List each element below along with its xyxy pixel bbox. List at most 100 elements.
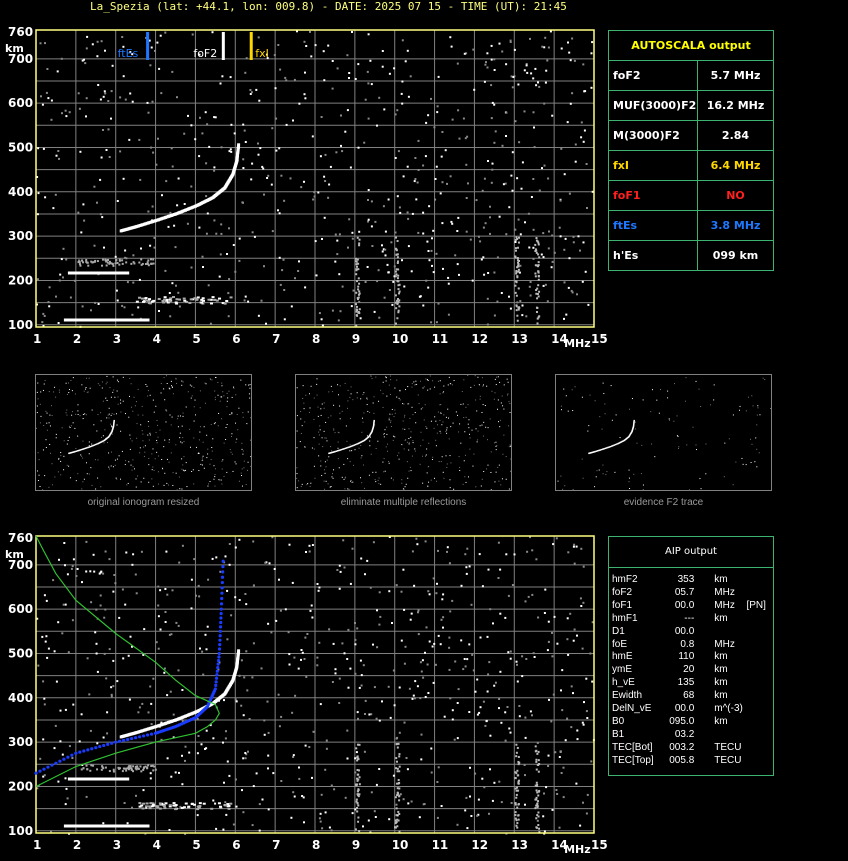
thumb-dot xyxy=(486,385,488,387)
echo-point xyxy=(91,261,94,264)
noise-dot xyxy=(581,721,584,724)
noise-dot xyxy=(279,68,282,71)
noise-dot xyxy=(319,820,322,823)
x-tick-label: 7 xyxy=(272,332,280,346)
thumb-dot xyxy=(223,395,225,397)
noise-dot xyxy=(516,319,519,322)
thumb-trace xyxy=(91,445,93,447)
noise-dot xyxy=(447,313,450,316)
x-tick-label: 6 xyxy=(232,332,240,346)
thumb-dot xyxy=(182,464,184,466)
noise-dot xyxy=(398,812,401,815)
noise-dot xyxy=(122,657,125,660)
noise-dot xyxy=(264,561,267,564)
echo-point xyxy=(144,297,148,300)
noise-dot xyxy=(436,582,438,585)
echo-point xyxy=(142,767,145,770)
thumb-dot xyxy=(325,480,327,482)
thumb-dot xyxy=(375,471,377,473)
noise-dot xyxy=(121,588,124,591)
noise-dot xyxy=(398,292,401,295)
noise-dot xyxy=(61,632,64,635)
x-tick-label: 8 xyxy=(312,838,320,852)
noise-dot xyxy=(201,650,204,653)
noise-dot xyxy=(97,303,100,305)
noise-dot xyxy=(537,270,540,273)
echo-point xyxy=(218,297,222,300)
noise-dot xyxy=(234,270,237,273)
noise-dot xyxy=(124,603,127,606)
thumb-dot xyxy=(231,433,233,435)
thumb-dot xyxy=(641,444,643,446)
noise-dot xyxy=(358,282,361,285)
noise-dot xyxy=(577,235,580,238)
noise-dot xyxy=(157,137,159,140)
noise-dot xyxy=(138,138,141,141)
thumb-dot xyxy=(404,486,406,488)
thumb-dot xyxy=(467,476,469,478)
noise-dot xyxy=(292,791,295,794)
thumb-dot xyxy=(109,387,111,389)
thumb-dot xyxy=(409,466,411,468)
noise-dot xyxy=(551,234,554,237)
noise-dot xyxy=(166,757,169,760)
noise-dot xyxy=(46,656,49,659)
noise-dot xyxy=(183,203,186,205)
thumb-dot xyxy=(480,485,482,487)
noise-dot xyxy=(99,213,102,216)
noise-dot xyxy=(350,305,353,308)
noise-dot xyxy=(290,305,293,308)
noise-dot xyxy=(493,684,496,687)
noise-dot xyxy=(100,40,103,43)
noise-dot xyxy=(443,715,446,718)
noise-dot xyxy=(514,228,517,231)
noise-dot xyxy=(53,747,56,750)
thumb-dot xyxy=(176,382,178,384)
noise-dot xyxy=(392,669,395,672)
thumb-dot xyxy=(125,460,127,462)
noise-dot xyxy=(398,794,401,797)
thumb-dot xyxy=(320,414,322,416)
echo-point xyxy=(163,296,167,299)
noise-dot xyxy=(435,663,437,666)
thumb-dot xyxy=(223,442,225,444)
thumb-dot xyxy=(42,489,44,490)
thumb-dot xyxy=(161,459,163,461)
noise-dot xyxy=(379,615,382,618)
noise-dot xyxy=(472,669,475,672)
thumb-dot xyxy=(398,397,400,399)
noise-dot xyxy=(493,781,496,784)
noise-dot xyxy=(572,241,575,244)
thumb-dot xyxy=(100,486,102,488)
noise-dot xyxy=(112,659,115,662)
thumb-dot xyxy=(75,447,77,449)
noise-dot xyxy=(277,693,280,696)
thumb-dot xyxy=(631,398,633,400)
noise-dot xyxy=(579,824,582,827)
echo-point xyxy=(190,803,194,806)
thumb-dot xyxy=(408,449,410,451)
noise-dot xyxy=(112,685,115,688)
echo-point xyxy=(96,768,99,771)
noise-dot xyxy=(244,757,247,760)
thumb-dot xyxy=(508,401,510,403)
thumb-dot xyxy=(362,394,364,396)
thumb-dot xyxy=(352,481,354,483)
thumb-dot xyxy=(770,408,771,410)
noise-dot xyxy=(99,178,102,181)
noise-dot xyxy=(537,261,540,264)
aip-cell: B0 xyxy=(612,715,625,727)
noise-dot xyxy=(511,151,514,154)
autoscala-row: foF1 NO xyxy=(609,181,773,211)
noise-dot xyxy=(518,705,521,707)
noise-dot xyxy=(403,662,406,665)
noise-dot xyxy=(134,573,137,576)
autoscala-key: h'Es xyxy=(609,241,698,270)
thumb-dot xyxy=(168,441,170,443)
thumb-dot xyxy=(303,402,305,404)
noise-dot xyxy=(215,232,218,235)
thumb-dot xyxy=(404,428,406,430)
echo-point xyxy=(115,259,118,262)
noise-dot xyxy=(398,799,401,802)
echo-point xyxy=(121,770,124,773)
